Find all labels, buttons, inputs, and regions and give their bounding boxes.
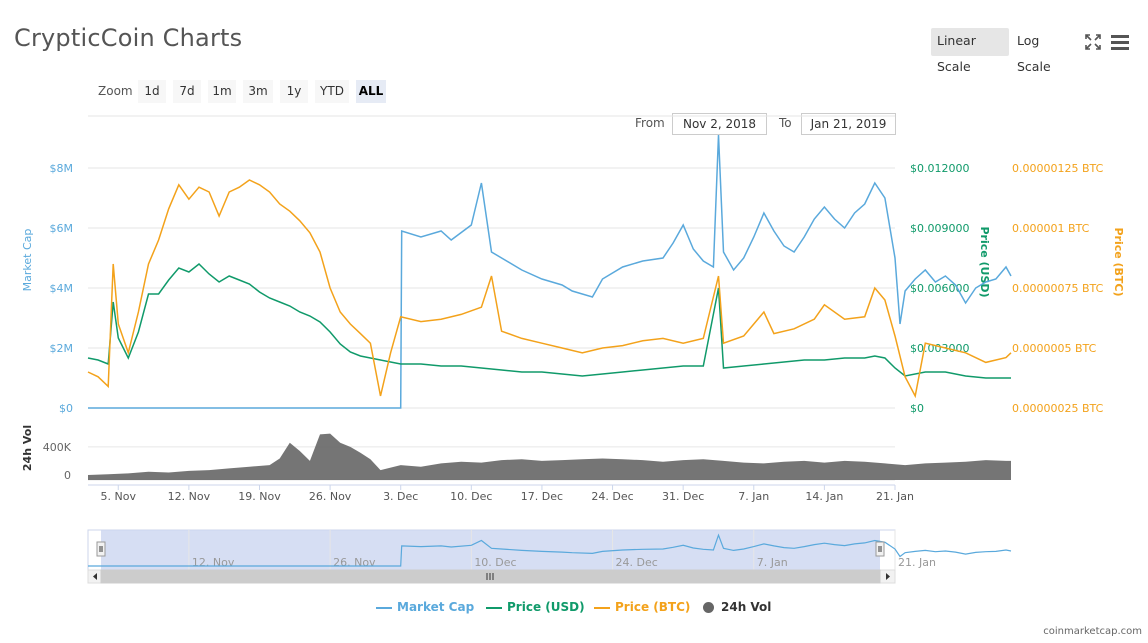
x-tick-label: 17. Dec (521, 490, 563, 503)
navigator-tick-label: 10. Dec (474, 556, 516, 569)
price-btc-tick-label: 0.00000125 BTC (1012, 162, 1104, 175)
volume-tick-label: 400K (43, 441, 72, 454)
market-cap-tick-label: $4M (50, 282, 74, 295)
source-credit: coinmarketcap.com (1043, 626, 1142, 637)
price-usd-tick-label: $0 (910, 402, 924, 415)
legend-label: 24h Vol (721, 600, 772, 614)
price-btc-axis-title: Price (BTC) (1112, 227, 1125, 296)
legend-label: Price (USD) (507, 600, 585, 614)
legend-symbol (486, 606, 502, 609)
volume-tick-label: 0 (64, 469, 71, 482)
x-tick-label: 24. Dec (591, 490, 633, 503)
navigator-tick-label: 7. Jan (757, 556, 788, 569)
navigator-right-handle[interactable] (875, 541, 885, 557)
price-usd-axis-title: Price (USD) (978, 226, 991, 297)
price-usd-tick-label: $0.012000 (910, 162, 970, 175)
market-cap-tick-label: $2M (50, 342, 74, 355)
handle-body (96, 541, 106, 557)
navigator[interactable]: 12. Nov 26. Nov 10. Dec 24. Dec 7. Jan 21. Ja… (87, 529, 1012, 584)
handle-body (875, 541, 885, 557)
price-usd-tick-label: $0.009000 (910, 222, 970, 235)
legend-label: Price (BTC) (615, 600, 691, 614)
legend-item-price-btc[interactable]: Price (BTC) (594, 600, 690, 614)
price-usd-tick-label: $0.003000 (910, 342, 970, 355)
market-cap-tick-label: $6M (50, 222, 74, 235)
legend-item-volume[interactable]: 24h Vol (703, 600, 771, 614)
x-tick-label: 31. Dec (662, 490, 704, 503)
market-cap-tick-label: $0 (59, 402, 73, 415)
x-tick-label: 21. Jan (876, 490, 914, 503)
x-tick-label: 5. Nov (101, 490, 137, 503)
price-btc-tick-label: 0.00000025 BTC (1012, 402, 1104, 415)
price-btc-tick-label: 0.00000075 BTC (1012, 282, 1104, 295)
legend-label: Market Cap (397, 600, 475, 614)
x-tick-label: 12. Nov (168, 490, 211, 503)
x-tick-label: 7. Jan (738, 490, 769, 503)
market-cap-tick-label: $8M (50, 162, 74, 175)
series-market-cap-line (88, 134, 1012, 409)
x-tick-label: 14. Jan (805, 490, 843, 503)
legend-item-market-cap[interactable]: Market Cap (376, 600, 474, 614)
legend-symbol (703, 602, 714, 613)
price-btc-tick-label: 0.000001 BTC (1012, 222, 1090, 235)
legend-symbol (376, 606, 392, 609)
navigator-tick-label: 24. Dec (616, 556, 658, 569)
volume-axis-title: 24h Vol (21, 425, 34, 471)
x-tick-label: 3. Dec (383, 490, 418, 503)
market-cap-axis-title: Market Cap (21, 229, 34, 292)
navigator-tick-label: 12. Nov (192, 556, 235, 569)
navigator-tick-label: 26. Nov (333, 556, 376, 569)
legend-symbol (594, 606, 610, 609)
x-tick-label: 10. Dec (450, 490, 492, 503)
price-chart: $0$2M$4M$6M$8M$0$0.003000$0.006000$0.009… (21, 115, 1125, 584)
navigator-tick-label: 21. Jan (898, 556, 936, 569)
x-tick-label: 26. Nov (309, 490, 352, 503)
navigator-left-handle[interactable] (96, 541, 106, 557)
price-btc-tick-label: 0.0000005 BTC (1012, 342, 1097, 355)
legend-item-price-usd[interactable]: Price (USD) (486, 600, 585, 614)
navigator-scrollbar[interactable] (87, 569, 896, 584)
series-volume-area (88, 433, 1011, 480)
x-tick-label: 19. Nov (238, 490, 281, 503)
